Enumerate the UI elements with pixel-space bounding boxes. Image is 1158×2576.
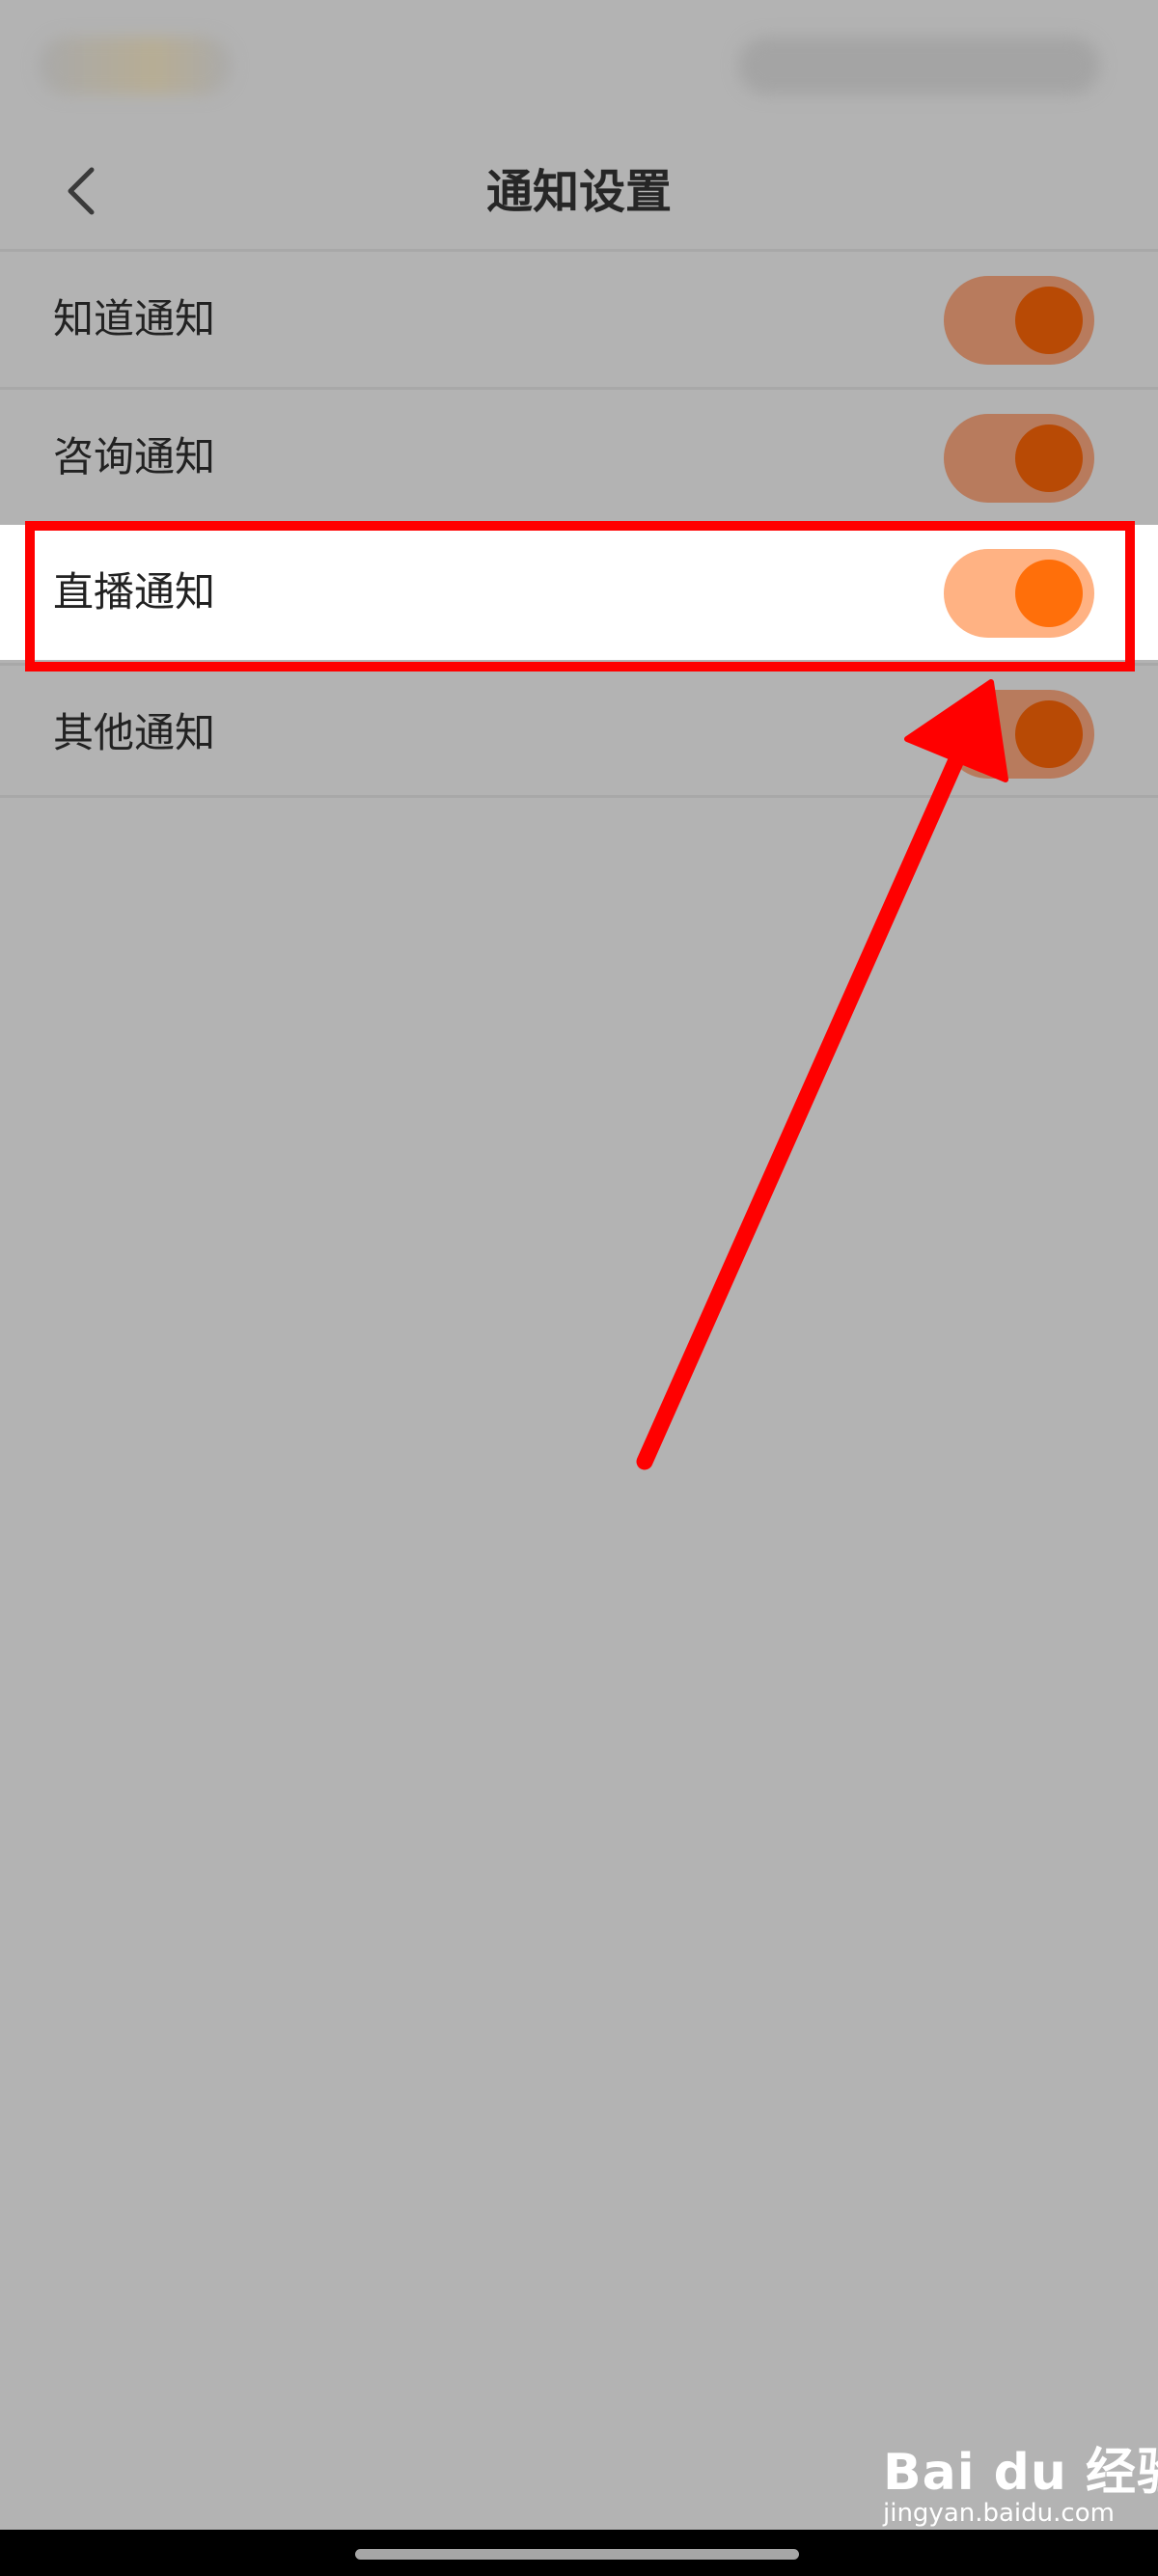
watermark-url: jingyan.baidu.com bbox=[883, 2499, 1115, 2528]
home-bar-area bbox=[0, 2530, 1158, 2576]
baidu-jingyan-watermark: Bai du 经验 jingyan.baidu.com bbox=[883, 2431, 1158, 2537]
watermark-logo: Bai du 经验 bbox=[883, 2444, 1158, 2502]
annotation-arrow bbox=[636, 679, 1008, 1470]
home-indicator[interactable] bbox=[355, 2549, 799, 2560]
